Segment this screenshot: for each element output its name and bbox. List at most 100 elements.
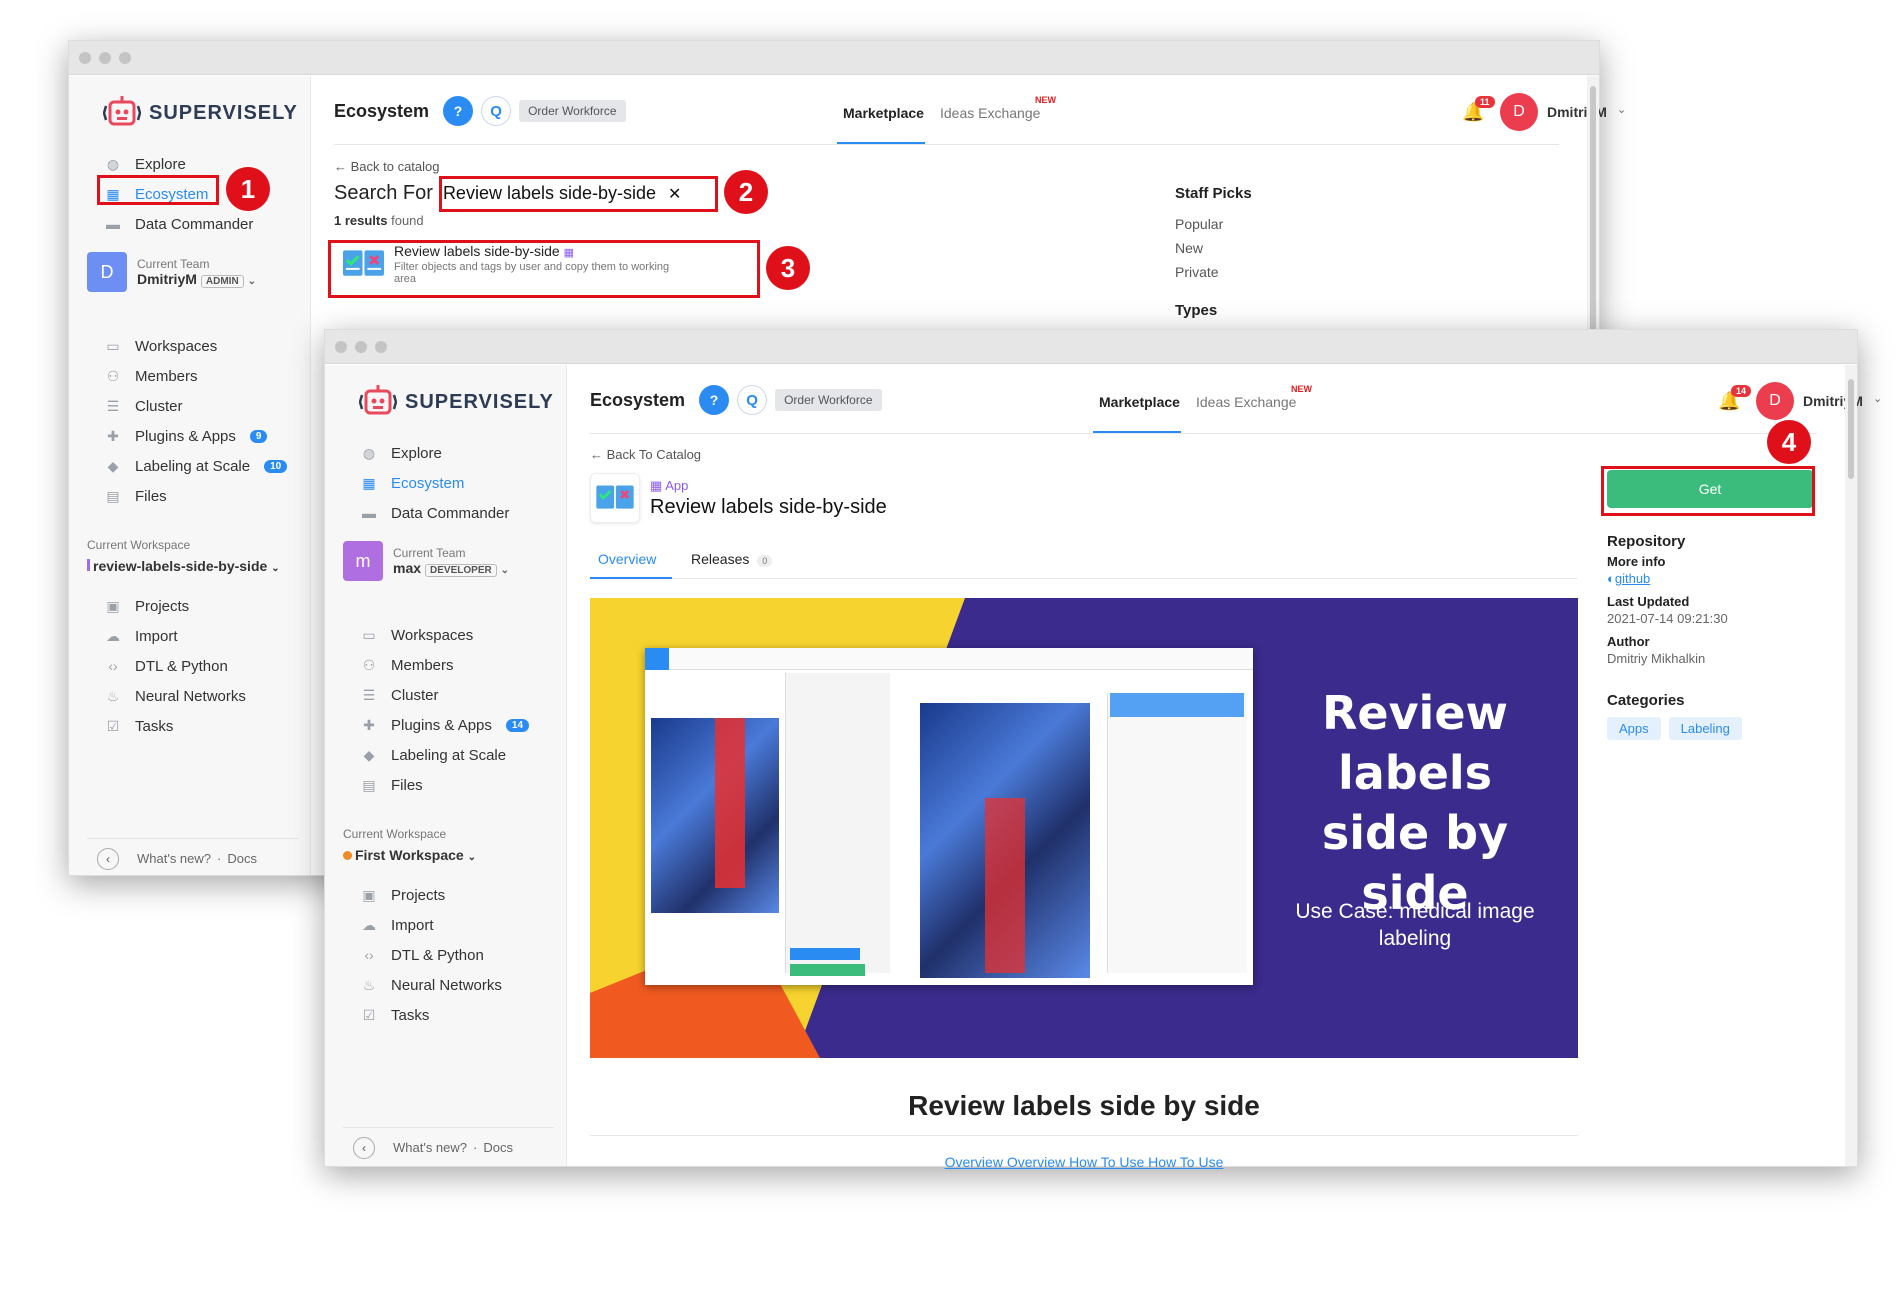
nav-workspaces[interactable]: ▭ Workspaces	[361, 623, 473, 647]
nav-import[interactable]: ☁ Import	[105, 624, 178, 648]
readme-toc-links[interactable]: Overview Overview How To Use How To Use	[590, 1154, 1578, 1170]
nav-dtl-python[interactable]: ‹› DTL & Python	[105, 654, 228, 678]
window-controls[interactable]	[335, 340, 387, 353]
chevron-down-icon[interactable]: ⌄	[1873, 392, 1882, 405]
results-number: 1 results	[334, 213, 388, 228]
app-preview-screenshot	[645, 648, 1253, 985]
team-name: DmitriyM	[137, 271, 197, 287]
nav-files[interactable]: ▤ Files	[361, 773, 422, 797]
tab-overview[interactable]: Overview	[598, 551, 656, 567]
docs-link[interactable]: Docs	[227, 851, 257, 866]
filter-private[interactable]: Private	[1175, 264, 1252, 280]
nav-label: Projects	[391, 886, 446, 904]
nav-members[interactable]: ⚇ Members	[361, 653, 454, 677]
user-avatar[interactable]: D	[1500, 93, 1538, 131]
page-title: Ecosystem	[334, 100, 430, 121]
supervisely-logo[interactable]: SUPERVISELY	[359, 383, 554, 421]
github-link[interactable]: ◐github	[1607, 571, 1750, 586]
tab-ideas-exchange[interactable]: Ideas Exchange	[940, 105, 1040, 121]
tab-marketplace[interactable]: Marketplace	[1099, 394, 1180, 410]
monitor-icon: ▭	[362, 627, 376, 643]
order-workforce-button[interactable]: Order Workforce	[775, 389, 882, 411]
grid-icon: ▦	[362, 475, 376, 491]
nav-import[interactable]: ☁ Import	[361, 913, 434, 937]
category-tag[interactable]: Labeling	[1668, 717, 1742, 740]
nav-label: Ecosystem	[391, 474, 465, 492]
nav-projects[interactable]: ▣ Projects	[361, 883, 445, 907]
nav-label: Workspaces	[135, 337, 218, 355]
file-icon: ▤	[362, 777, 376, 793]
notification-count: 14	[1731, 385, 1752, 397]
releases-count: 0	[757, 555, 773, 567]
github-icon: ◐	[1607, 571, 1615, 586]
team-selector[interactable]: m Current Team max DEVELOPER ⌄	[343, 541, 509, 581]
help-button[interactable]: ?	[699, 385, 730, 415]
chevron-down-icon: ⌄	[500, 565, 509, 576]
docs-link[interactable]: Docs	[483, 1140, 513, 1155]
puzzle-icon: ✚	[363, 717, 375, 733]
code-icon: ‹›	[364, 947, 374, 963]
banner-use-case: Use Case: medical image labeling	[1265, 898, 1565, 952]
nav-dtl-python[interactable]: ‹› DTL & Python	[361, 943, 484, 967]
logo-text: SUPERVISELY	[405, 390, 554, 413]
tab-releases-label: Releases	[691, 551, 750, 567]
whats-new-link[interactable]: What's new?	[137, 851, 211, 866]
tasks-icon: ☑	[106, 718, 120, 734]
tab-marketplace[interactable]: Marketplace	[843, 105, 924, 121]
nav-labeling-at-scale[interactable]: ◆ Labeling at Scale 10	[105, 454, 288, 478]
page-title: Ecosystem	[590, 389, 686, 410]
search-button[interactable]: Q	[481, 96, 512, 126]
nav-plugins-apps[interactable]: ✚ Plugins & Apps 14	[361, 713, 530, 737]
nav-neural-networks[interactable]: ♨ Neural Networks	[105, 684, 246, 708]
collapse-icon[interactable]: ‹	[353, 1136, 375, 1159]
tab-releases[interactable]: Releases 0	[691, 551, 773, 567]
workspace-selector[interactable]: First Workspace ⌄	[343, 847, 476, 863]
nav-plugins-apps[interactable]: ✚ Plugins & Apps 9	[105, 424, 268, 448]
nav-labeling-at-scale[interactable]: ◆ Labeling at Scale	[361, 743, 506, 767]
page-header: Ecosystem ? Q Order Workforce Marketplac…	[568, 365, 1882, 437]
chevron-down-icon: ⌄	[271, 563, 280, 574]
nav-label: DTL & Python	[135, 657, 228, 675]
nav-explore[interactable]: ◍ Explore	[105, 152, 186, 176]
nav-cluster[interactable]: ☰ Cluster	[361, 683, 439, 707]
tab-ideas-exchange[interactable]: Ideas Exchange	[1196, 394, 1296, 410]
filter-new[interactable]: New	[1175, 240, 1252, 256]
user-avatar[interactable]: D	[1756, 382, 1794, 420]
category-tag[interactable]: Apps	[1607, 717, 1661, 740]
nav-neural-networks[interactable]: ♨ Neural Networks	[361, 973, 502, 997]
highlight-ecosystem	[97, 175, 219, 205]
nav-data-commander[interactable]: ▬ Data Commander	[361, 501, 509, 525]
use-case-line-1: Use Case: medical image	[1295, 900, 1535, 923]
nav-label: Neural Networks	[135, 687, 246, 705]
app-banner: Review labels side by side Use Case: med…	[590, 598, 1578, 1058]
chevron-down-icon[interactable]: ⌄	[1617, 103, 1626, 116]
window-controls[interactable]	[79, 51, 131, 64]
graduation-icon: ◆	[363, 747, 375, 763]
nav-ecosystem[interactable]: ▦ Ecosystem	[361, 471, 464, 495]
nav-tasks[interactable]: ☑ Tasks	[361, 1003, 430, 1027]
app-title: Review labels side-by-side	[650, 495, 887, 518]
nav-workspaces[interactable]: ▭ Workspaces	[105, 334, 217, 358]
team-selector[interactable]: D Current Team DmitriyM ADMIN ⌄	[87, 252, 256, 292]
nav-explore[interactable]: ◍ Explore	[361, 441, 442, 465]
workspace-selector[interactable]: review-labels-side-by-side ⌄	[87, 558, 280, 574]
nav-files[interactable]: ▤ Files	[105, 484, 166, 508]
nav-members[interactable]: ⚇ Members	[105, 364, 198, 388]
nav-cluster[interactable]: ☰ Cluster	[105, 394, 183, 418]
help-button[interactable]: ?	[443, 96, 474, 126]
nav-projects[interactable]: ▣ Projects	[105, 594, 189, 618]
collapse-icon[interactable]: ‹	[97, 847, 119, 870]
folder-icon: ▬	[106, 216, 120, 232]
nav-label: Projects	[135, 597, 190, 615]
back-to-catalog-link[interactable]: ← Back To Catalog	[590, 447, 701, 462]
supervisely-logo[interactable]: SUPERVISELY	[103, 94, 298, 132]
scrollbar[interactable]	[1845, 365, 1857, 1166]
back-to-catalog-link[interactable]: ← Back to catalog	[334, 159, 440, 174]
order-workforce-button[interactable]: Order Workforce	[519, 100, 626, 122]
filter-popular[interactable]: Popular	[1175, 216, 1252, 232]
sidebar: SUPERVISELY ◍ Explore ▦ Ecosystem ▬ Data Co…	[325, 365, 567, 1166]
nav-tasks[interactable]: ☑ Tasks	[105, 714, 174, 738]
nav-data-commander[interactable]: ▬ Data Commander	[105, 212, 253, 236]
search-button[interactable]: Q	[737, 385, 768, 415]
whats-new-link[interactable]: What's new?	[393, 1140, 467, 1155]
